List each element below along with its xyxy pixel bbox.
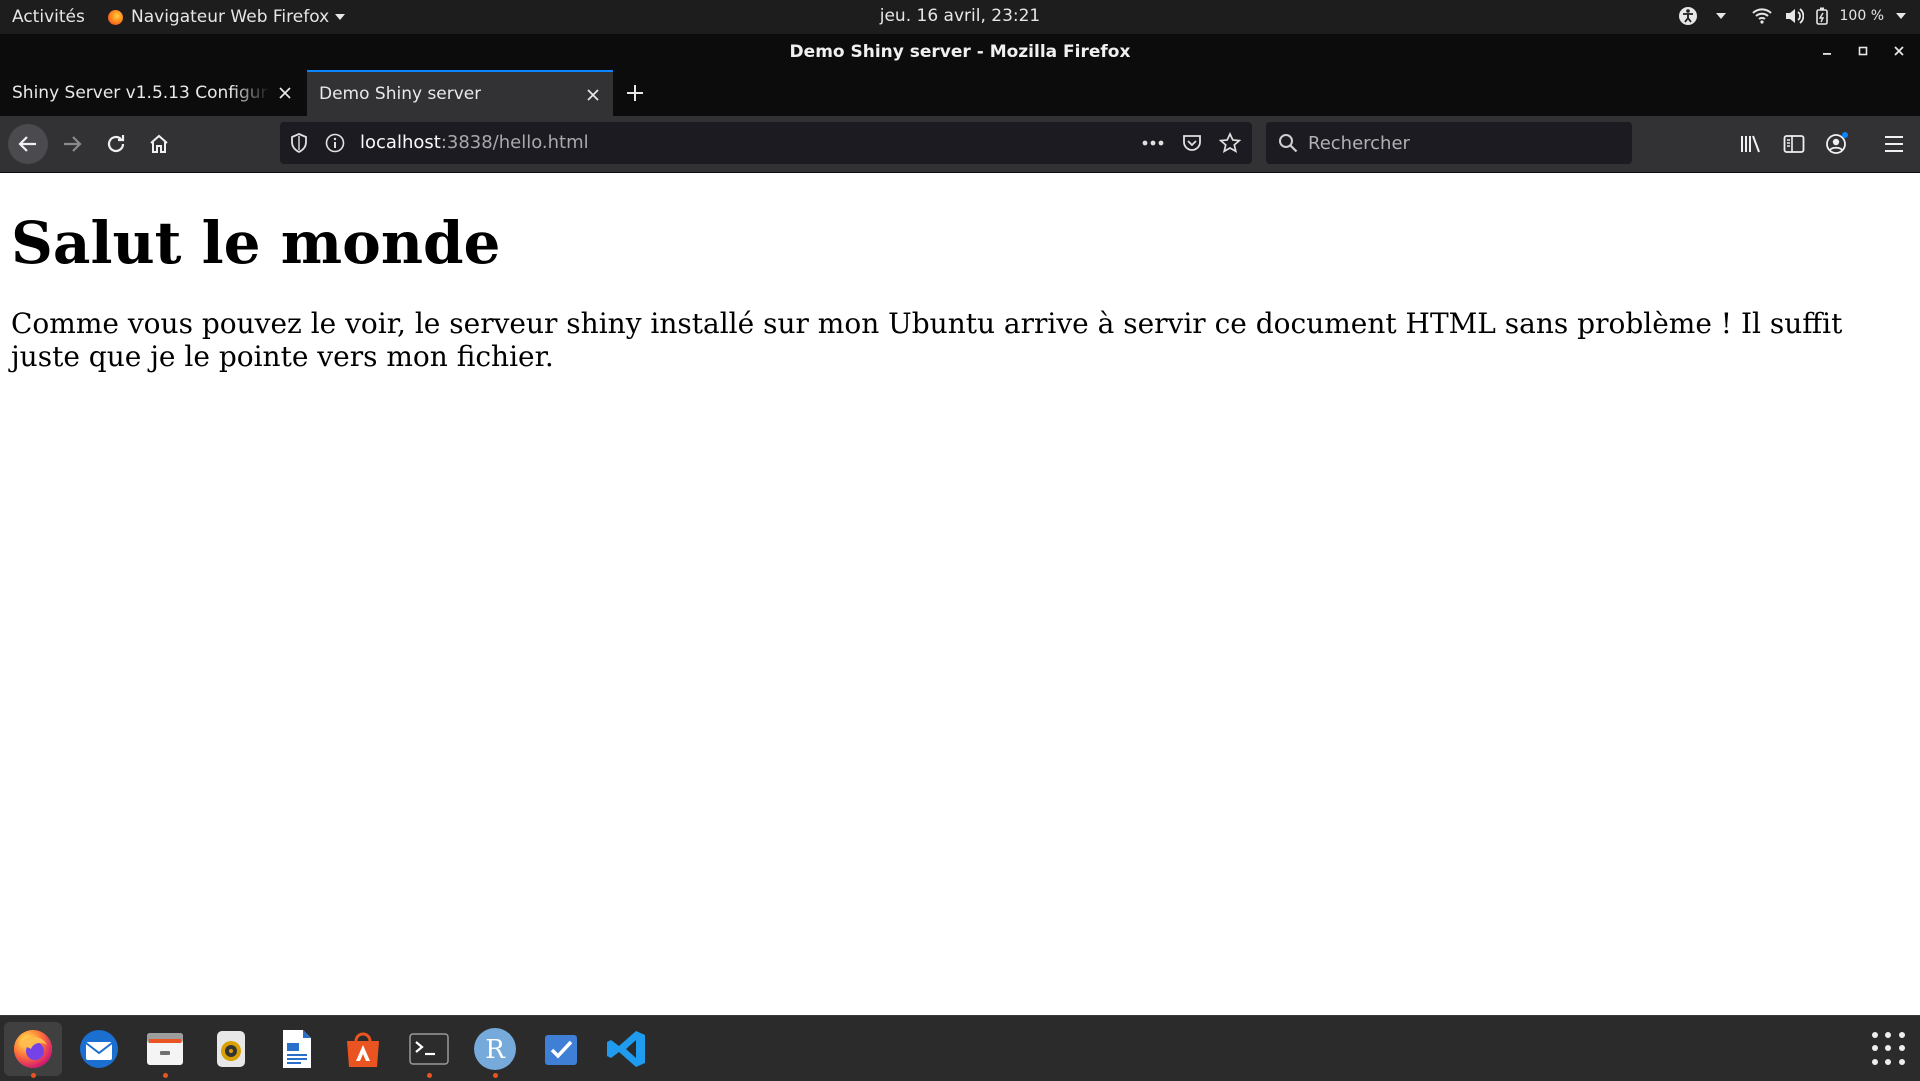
new-tab-button[interactable] [620, 78, 650, 108]
dock-tasks[interactable] [532, 1022, 590, 1076]
running-indicator [162, 1073, 168, 1078]
system-top-bar: Activités Navigateur Web Firefox jeu. 16… [0, 0, 1920, 34]
software-icon [347, 1032, 379, 1067]
dock-terminal[interactable] [400, 1022, 458, 1078]
page-content: Salut le monde Comme vous pouvez le voir… [0, 173, 1920, 1015]
more-actions-icon[interactable] [1142, 132, 1164, 154]
close-window-button[interactable] [1888, 40, 1910, 62]
navigation-toolbar: localhost:3838/hello.html Rechercher [0, 116, 1920, 173]
running-indicator [426, 1073, 432, 1078]
dock-rstudio[interactable]: R [466, 1022, 524, 1078]
sidebar-icon [1783, 135, 1805, 153]
tab-strip: Shiny Server v1.5.13 Configuration Refer… [0, 70, 1920, 116]
vscode-icon [607, 1031, 645, 1067]
dock-files[interactable] [136, 1022, 194, 1078]
url-text[interactable]: localhost:3838/hello.html [360, 132, 589, 153]
forward-button[interactable] [54, 126, 90, 162]
arrow-right-icon [64, 136, 82, 152]
firefox-small-icon [108, 9, 123, 25]
account-icon [1826, 132, 1848, 154]
minimize-button[interactable] [1816, 40, 1838, 62]
page-paragraph: Comme vous pouvez le voir, le serveur sh… [11, 307, 1843, 373]
reload-button[interactable] [98, 126, 134, 162]
window-title-bar: Demo Shiny server - Mozilla Firefox [0, 34, 1920, 70]
chevron-down-icon [1715, 13, 1726, 19]
battery-icon [1815, 7, 1828, 25]
library-button[interactable] [1736, 129, 1766, 159]
rhythmbox-icon [217, 1031, 245, 1067]
terminal-icon [409, 1033, 449, 1065]
search-icon [1278, 133, 1298, 157]
info-icon[interactable] [324, 132, 346, 154]
dock-firefox[interactable] [4, 1022, 62, 1078]
home-icon [150, 134, 168, 153]
tasks-icon [545, 1035, 577, 1065]
tab-label: Demo Shiny server [319, 84, 482, 104]
home-button[interactable] [141, 126, 177, 162]
dock-software[interactable] [334, 1022, 392, 1076]
pocket-icon[interactable] [1181, 132, 1203, 154]
rstudio-letter: R [485, 1035, 506, 1065]
thunderbird-icon [80, 1030, 118, 1068]
plus-icon [627, 85, 643, 101]
close-tab-icon[interactable] [275, 83, 295, 103]
url-host: localhost [360, 132, 441, 153]
rstudio-icon: R [474, 1028, 516, 1070]
running-indicator [30, 1073, 36, 1078]
chevron-down-icon [335, 14, 346, 20]
writer-icon [283, 1030, 311, 1068]
tab-label: Shiny Server v1.5.13 Configuration Refer… [12, 83, 270, 103]
page-heading: Salut le monde [11, 209, 501, 277]
url-bar[interactable]: localhost:3838/hello.html [280, 122, 1252, 164]
running-indicator [492, 1073, 498, 1078]
close-tab-icon[interactable] [583, 85, 603, 105]
system-tray[interactable]: 100 % [1678, 6, 1906, 26]
wifi-icon [1751, 8, 1772, 24]
dock: R [0, 1015, 1920, 1081]
tab-demo-shiny[interactable]: Demo Shiny server [307, 70, 613, 116]
app-menu[interactable]: Navigateur Web Firefox [108, 7, 346, 27]
account-button[interactable] [1822, 129, 1852, 159]
volume-icon [1784, 7, 1804, 25]
dock-thunderbird[interactable] [70, 1022, 128, 1076]
accessibility-icon[interactable] [1678, 6, 1698, 26]
chevron-down-icon [1896, 13, 1906, 19]
files-icon [147, 1033, 183, 1065]
dock-writer[interactable] [268, 1022, 326, 1076]
firefox-icon [14, 1030, 52, 1068]
search-placeholder: Rechercher [1308, 133, 1410, 154]
app-menu-label: Navigateur Web Firefox [131, 7, 330, 27]
window-title: Demo Shiny server - Mozilla Firefox [789, 42, 1131, 62]
maximize-button[interactable] [1852, 40, 1874, 62]
search-bar[interactable]: Rechercher [1266, 122, 1632, 164]
back-button[interactable] [8, 124, 48, 164]
arrow-left-icon [18, 136, 36, 152]
tab-shiny-config[interactable]: Shiny Server v1.5.13 Configuration Refer… [0, 70, 305, 116]
menu-button[interactable] [1879, 129, 1909, 159]
reload-icon [107, 135, 125, 153]
url-path: :3838/hello.html [440, 132, 589, 153]
hamburger-icon [1885, 136, 1903, 152]
bookmark-star-icon[interactable] [1219, 132, 1241, 154]
dock-rhythmbox[interactable] [202, 1022, 260, 1076]
battery-percentage: 100 % [1839, 8, 1884, 24]
dock-vscode[interactable] [598, 1022, 656, 1076]
show-applications-button[interactable] [1872, 1032, 1906, 1066]
shield-icon[interactable] [288, 132, 310, 154]
activities-button[interactable]: Activités [12, 7, 85, 27]
sidebar-button[interactable] [1779, 129, 1809, 159]
library-icon [1741, 135, 1760, 153]
